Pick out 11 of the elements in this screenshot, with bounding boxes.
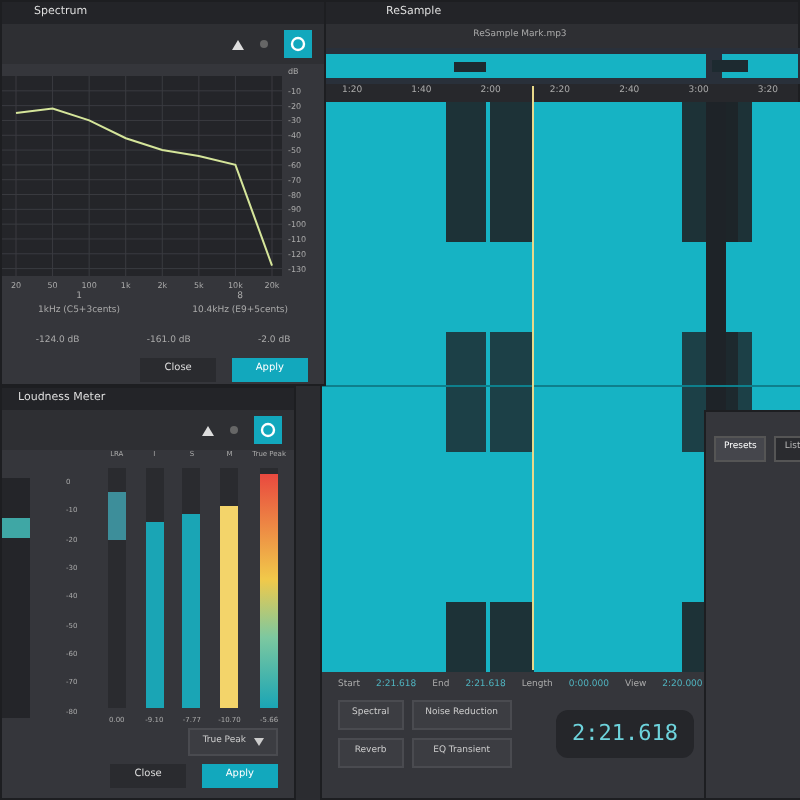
warning-icon	[202, 425, 214, 435]
gear-icon	[290, 36, 306, 52]
settings-button[interactable]	[254, 416, 282, 444]
caret-icon	[254, 737, 264, 746]
time-display: 2:21.618	[556, 709, 694, 759]
warning-icon	[232, 39, 244, 49]
gear-icon	[260, 422, 276, 438]
meter-fill	[107, 492, 126, 541]
settings-button[interactable]	[284, 30, 312, 58]
dot-icon	[260, 40, 268, 48]
dot-icon	[230, 426, 238, 434]
